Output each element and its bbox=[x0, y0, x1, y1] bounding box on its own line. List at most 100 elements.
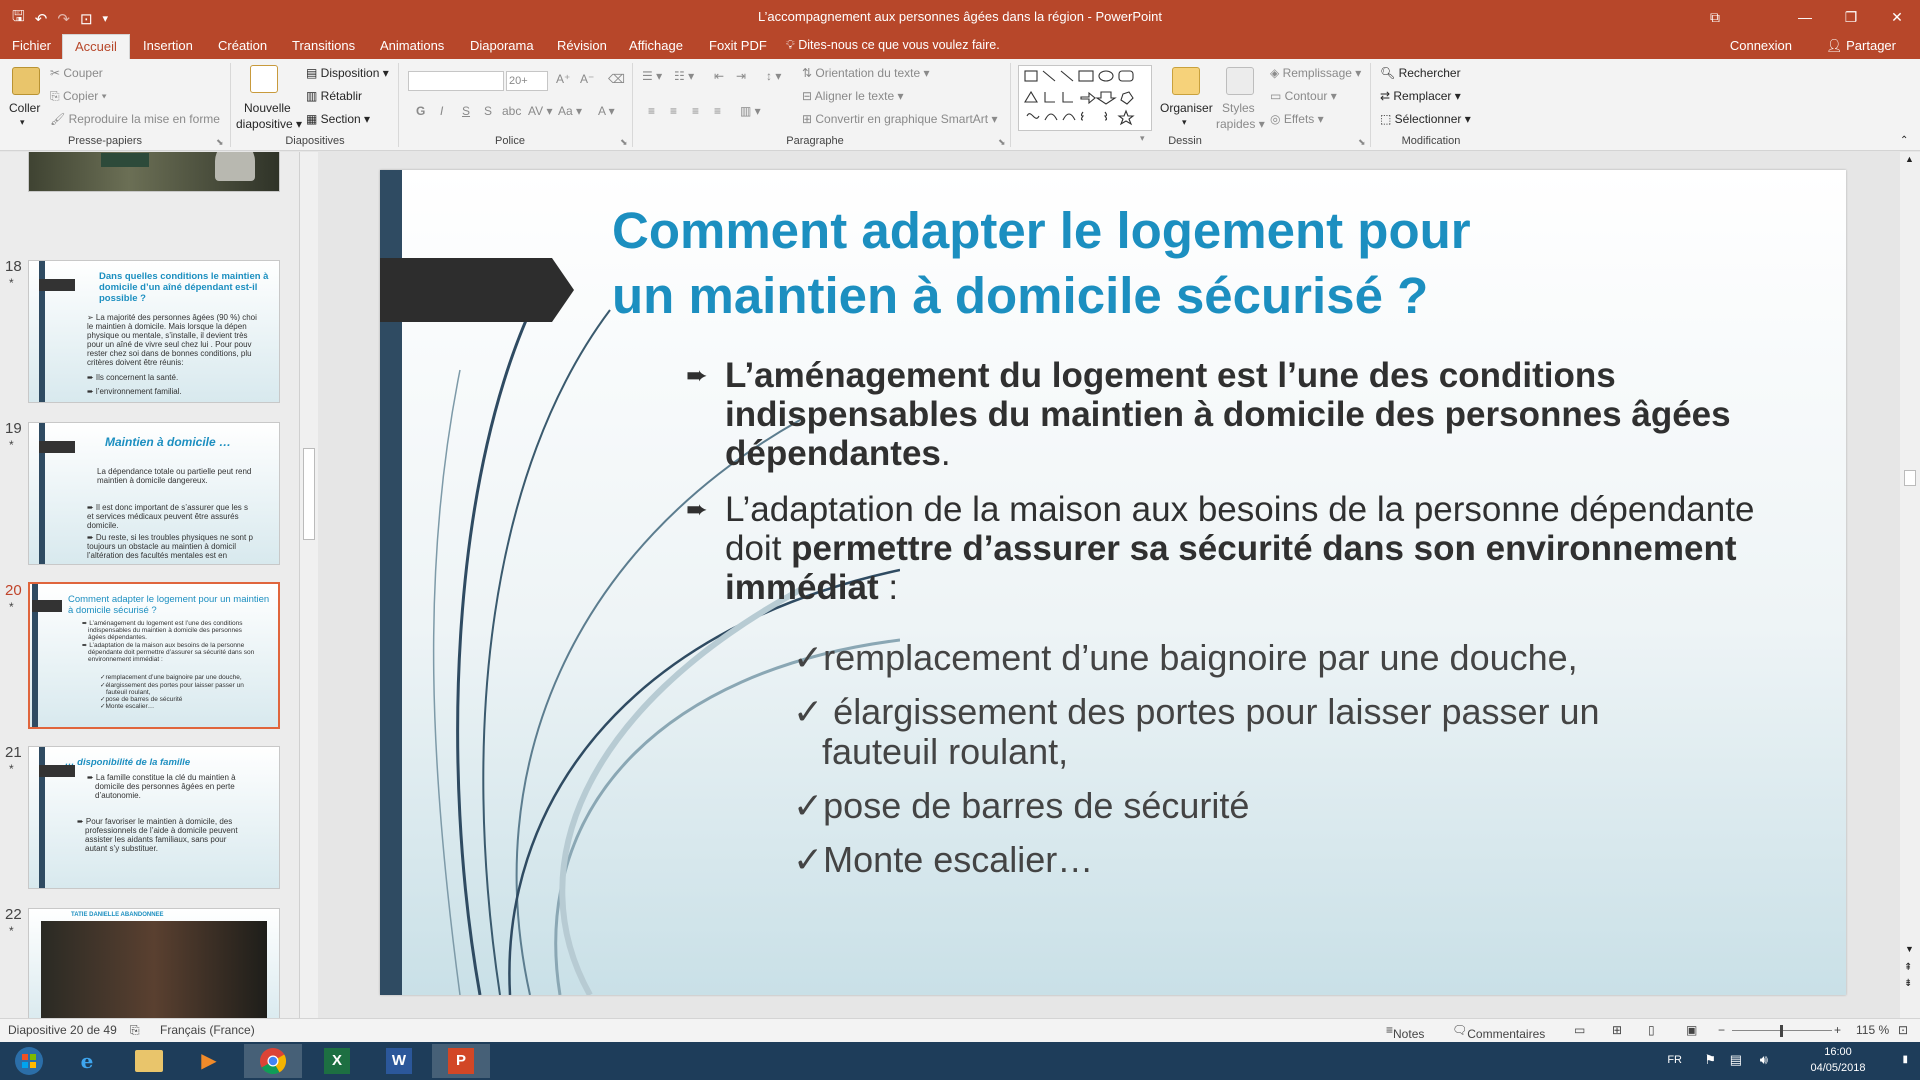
justify-icon[interactable]: ≡ bbox=[714, 104, 721, 118]
check-item[interactable]: ✓remplacement d’une baignoire par une do… bbox=[793, 638, 1578, 678]
zoom-level[interactable]: 115 % bbox=[1856, 1023, 1889, 1037]
select-button[interactable]: ⬚ Sélectionner ▾ bbox=[1380, 112, 1471, 126]
zoom-slider-thumb[interactable] bbox=[1780, 1025, 1783, 1037]
tab-transitions[interactable]: Transitions bbox=[292, 38, 355, 53]
font-name-input[interactable] bbox=[408, 71, 504, 91]
paragraph-launcher-icon[interactable]: ⬊ bbox=[998, 137, 1006, 148]
quick-styles-icon[interactable] bbox=[1226, 67, 1254, 95]
cut-button[interactable]: ✂︎ Couper bbox=[50, 66, 103, 80]
tab-creation[interactable]: Création bbox=[218, 38, 267, 53]
line-spacing-icon[interactable]: ↕ ▾ bbox=[766, 69, 781, 83]
new-slide-button[interactable]: Nouvelle bbox=[244, 101, 291, 115]
slide-title[interactable]: Comment adapter le logement pour un main… bbox=[612, 198, 1772, 328]
layout-button[interactable]: ▤ Disposition ▾ bbox=[306, 66, 389, 80]
word-icon[interactable]: W bbox=[370, 1044, 428, 1078]
share-button[interactable]: 👤︎ Partager bbox=[1818, 36, 1904, 56]
normal-view-icon[interactable]: ▭ bbox=[1574, 1023, 1585, 1037]
check-item[interactable]: ✓Monte escalier… bbox=[793, 840, 1093, 880]
quick-styles-button[interactable]: Styles bbox=[1222, 101, 1255, 115]
spellcheck-icon[interactable]: ⎘ bbox=[130, 1023, 140, 1038]
underline-button[interactable]: S bbox=[462, 104, 470, 118]
shrink-font-icon[interactable]: A⁻ bbox=[580, 72, 594, 86]
zoom-out-button[interactable]: − bbox=[1718, 1023, 1725, 1037]
check-item[interactable]: ✓pose de barres de sécurité bbox=[793, 786, 1249, 826]
decrease-indent-icon[interactable]: ⇤ bbox=[714, 69, 724, 83]
sign-in-link[interactable]: Connexion bbox=[1730, 38, 1792, 53]
excel-icon[interactable]: X bbox=[308, 1044, 366, 1078]
tab-revision[interactable]: Révision bbox=[557, 38, 607, 53]
slide-scrollbar[interactable]: ▲ ▼ ⇞ ⇟ bbox=[1900, 152, 1920, 1018]
replace-button[interactable]: ⇄ Remplacer ▾ bbox=[1380, 89, 1461, 103]
start-button[interactable] bbox=[0, 1044, 58, 1078]
tab-diaporama[interactable]: Diaporama bbox=[470, 38, 534, 53]
slideshow-icon[interactable]: ▣ bbox=[1686, 1023, 1697, 1037]
tab-affichage[interactable]: Affichage bbox=[629, 38, 683, 53]
smartart-button[interactable]: ⊞ Convertir en graphique SmartArt ▾ bbox=[802, 112, 998, 126]
fit-slide-icon[interactable]: ⊡ bbox=[1898, 1023, 1908, 1037]
maximize-button[interactable]: ❐ bbox=[1828, 0, 1874, 34]
change-case-icon[interactable]: Aa ▾ bbox=[558, 104, 582, 118]
slide-thumbnail-20[interactable]: Comment adapter le logement pour un main… bbox=[28, 582, 280, 729]
thumbnails-scrollbar[interactable] bbox=[300, 152, 318, 1018]
slide-thumbnail-19[interactable]: Maintien à domicile … La dépendance tota… bbox=[28, 422, 280, 565]
network-icon[interactable]: ▤ bbox=[1730, 1052, 1742, 1068]
section-button[interactable]: ▦ Section ▾ bbox=[306, 112, 370, 126]
clipboard-launcher-icon[interactable]: ⬊ bbox=[216, 137, 224, 148]
bullet-2[interactable]: L’adaptation de la maison aux besoins de… bbox=[725, 490, 1795, 607]
new-slide-dropdown[interactable]: diapositive ▾ bbox=[236, 117, 302, 131]
shape-effects-button[interactable]: ◎ Effets ▾ bbox=[1270, 112, 1324, 126]
volume-icon[interactable]: 🔊︎ bbox=[1760, 1052, 1768, 1068]
tab-insertion[interactable]: Insertion bbox=[143, 38, 193, 53]
tab-animations[interactable]: Animations bbox=[380, 38, 444, 53]
minimize-button[interactable]: — bbox=[1782, 0, 1828, 34]
scrollbar-thumb[interactable] bbox=[303, 448, 315, 540]
arrange-button[interactable]: Organiser bbox=[1160, 101, 1213, 115]
spacing-icon[interactable]: AV ▾ bbox=[528, 104, 552, 118]
close-button[interactable]: ✕ bbox=[1874, 0, 1920, 34]
slide-thumbnail-17[interactable] bbox=[28, 152, 280, 192]
show-desktop-icon[interactable]: ▮ bbox=[1902, 1054, 1908, 1065]
slide-thumbnail-22[interactable]: TATIE DANIELLE ABANDONNEE bbox=[28, 908, 280, 1018]
drawing-launcher-icon[interactable]: ⬊ bbox=[1358, 137, 1366, 148]
reading-view-icon[interactable]: ▯ bbox=[1648, 1023, 1655, 1037]
columns-icon[interactable]: ▥ ▾ bbox=[740, 104, 761, 118]
align-right-icon[interactable]: ≡ bbox=[692, 104, 699, 118]
format-painter-button[interactable]: 🖌︎ Reproduire la mise en forme bbox=[50, 112, 220, 126]
shape-fill-button[interactable]: ◈ Remplissage ▾ bbox=[1270, 66, 1361, 80]
chrome-icon[interactable] bbox=[244, 1044, 302, 1078]
align-text-button[interactable]: ⊟ Aligner le texte ▾ bbox=[802, 89, 903, 103]
copy-button[interactable]: ⎘ Copier ▾ bbox=[50, 89, 107, 104]
align-left-icon[interactable]: ≡ bbox=[648, 104, 655, 118]
paste-icon[interactable] bbox=[12, 67, 40, 95]
paste-button[interactable]: Coller bbox=[9, 101, 40, 115]
clock-time[interactable]: 16:00 bbox=[1798, 1046, 1878, 1058]
comments-button[interactable]: 🗨︎ Commentaires bbox=[1452, 1023, 1545, 1041]
new-slide-icon[interactable] bbox=[250, 65, 278, 93]
scroll-up-icon[interactable]: ▲ bbox=[1905, 154, 1914, 164]
flag-icon[interactable]: ⚑ bbox=[1704, 1052, 1716, 1068]
input-language[interactable]: FR bbox=[1667, 1054, 1682, 1066]
find-button[interactable]: 🔍︎ Rechercher bbox=[1380, 66, 1461, 80]
font-launcher-icon[interactable]: ⬊ bbox=[620, 137, 628, 148]
clock-date[interactable]: 04/05/2018 bbox=[1798, 1062, 1878, 1074]
font-color-icon[interactable]: A ▾ bbox=[598, 104, 615, 118]
italic-button[interactable]: I bbox=[440, 104, 443, 118]
check-item-continued[interactable]: fauteuil roulant, bbox=[822, 732, 1068, 772]
scrollbar-thumb[interactable] bbox=[1904, 470, 1916, 486]
font-size-input[interactable]: 20+ bbox=[506, 71, 548, 91]
reset-button[interactable]: ▥ Rétablir bbox=[306, 89, 362, 103]
paste-dropdown-icon[interactable]: ▾ bbox=[20, 117, 25, 128]
notes-button[interactable]: ≡ Notes bbox=[1386, 1023, 1424, 1041]
slide-thumbnail-21[interactable]: … disponibilité de la famille ➨ La famil… bbox=[28, 746, 280, 889]
numbering-icon[interactable]: ☷ ▾ bbox=[674, 69, 694, 83]
shapes-more-icon[interactable]: ▾ bbox=[1140, 133, 1145, 144]
bold-button[interactable]: G bbox=[416, 104, 425, 118]
tab-accueil[interactable]: Accueil bbox=[62, 34, 130, 59]
zoom-in-button[interactable]: + bbox=[1834, 1023, 1841, 1037]
shapes-gallery[interactable] bbox=[1018, 65, 1152, 131]
next-slide-icon[interactable]: ⇟ bbox=[1904, 978, 1912, 989]
tab-fichier[interactable]: Fichier bbox=[12, 38, 51, 53]
file-explorer-icon[interactable] bbox=[120, 1044, 178, 1078]
arrange-dropdown-icon[interactable]: ▾ bbox=[1182, 117, 1187, 128]
increase-indent-icon[interactable]: ⇥ bbox=[736, 69, 746, 83]
